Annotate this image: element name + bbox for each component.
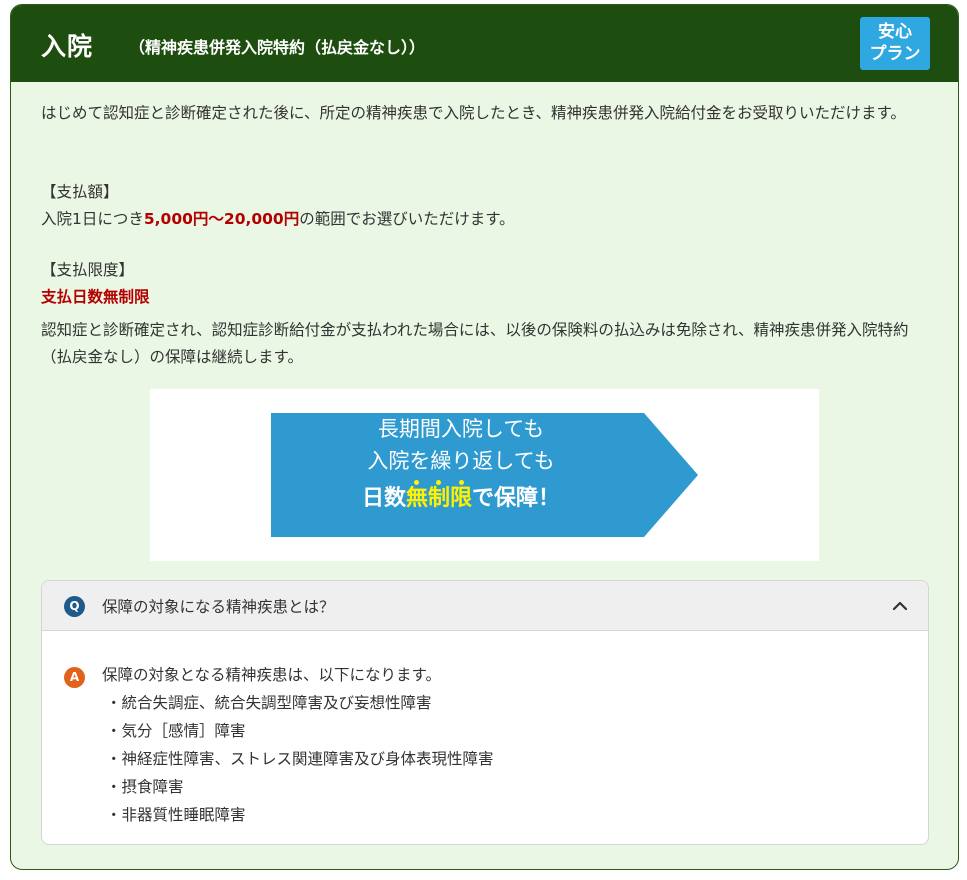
banner-strong-pre: 日数 bbox=[361, 486, 406, 511]
limit-heading: 【支払限度】 bbox=[41, 261, 135, 279]
banner-strong-c2: 制 bbox=[428, 480, 450, 511]
continuation-text: 認知症と診断確定され、認知症診断給付金が支払われた場合には、以後の保険料の払込み… bbox=[41, 321, 909, 366]
payment-heading: 【支払額】 bbox=[41, 183, 119, 201]
payment-prefix: 入院1日につき bbox=[41, 210, 144, 228]
payment-amount: 5,000円～20,000円 bbox=[143, 210, 300, 228]
card-header: 入院 （精神疾患併発入院特約（払戻金なし）） 安心 プラン bbox=[11, 5, 958, 82]
plan-badge-line1: 安心 bbox=[878, 22, 912, 42]
banner-line1: 長期間入院しても bbox=[377, 417, 545, 441]
faq-accordion: Q 保障の対象になる精神疾患とは？ A 保障の対象となる精神疾患は、以下になりま… bbox=[41, 580, 929, 845]
answer-icon: A bbox=[64, 667, 85, 688]
list-item: ・摂食障害 bbox=[106, 778, 184, 796]
unlimited-days-banner: 長期間入院しても 入院を繰り返しても 日数無制限で保障！ bbox=[150, 389, 819, 561]
faq-answer: 保障の対象となる精神疾患は、以下になります。 ・統合失調症、統合失調型障害及び妄… bbox=[102, 661, 494, 829]
banner-line2: 入院を繰り返しても bbox=[367, 449, 555, 473]
card-subtitle: （精神疾患併発入院特約（払戻金なし）） bbox=[129, 38, 426, 57]
list-item: ・統合失調症、統合失調型障害及び妄想性障害 bbox=[106, 694, 432, 712]
payment-detail: 入院1日につき5,000円～20,000円の範囲でお選びいただけます。 bbox=[41, 206, 931, 233]
question-icon: Q bbox=[64, 596, 85, 617]
banner-strong-c1: 無 bbox=[406, 480, 428, 511]
faq-answer-lead: 保障の対象となる精神疾患は、以下になります。 bbox=[102, 666, 441, 684]
banner-text: 長期間入院しても 入院を繰り返しても 日数無制限で保障！ bbox=[271, 413, 651, 519]
plan-badge: 安心 プラン bbox=[860, 17, 930, 70]
list-item: ・非器質性睡眠障害 bbox=[106, 806, 246, 824]
list-item: ・気分［感情］障害 bbox=[106, 722, 246, 740]
banner-strong-post: で保障！ bbox=[472, 486, 561, 511]
chevron-up-icon[interactable] bbox=[890, 596, 910, 616]
banner-strong-c3: 限 bbox=[450, 480, 472, 511]
limit-value: 支払日数無制限 bbox=[41, 288, 150, 306]
list-item: ・神経症性障害、ストレス関連障害及び身体表現性障害 bbox=[106, 750, 494, 768]
card-title: 入院 bbox=[41, 32, 94, 61]
banner-headline: 日数無制限で保障！ bbox=[271, 479, 651, 519]
limit-section: 【支払限度】 支払日数無制限 bbox=[41, 257, 931, 311]
faq-question-header[interactable]: Q 保障の対象になる精神疾患とは？ bbox=[42, 581, 928, 631]
hospitalization-card: 入院 （精神疾患併発入院特約（払戻金なし）） 安心 プラン はじめて認知症と診断… bbox=[10, 4, 959, 870]
disorder-list: ・統合失調症、統合失調型障害及び妄想性障害 ・気分［感情］障害 ・神経症性障害、… bbox=[102, 689, 494, 829]
intro-text: はじめて認知症と診断確定された後に、所定の精神疾患で入院したとき、精神疾患併発入… bbox=[41, 104, 906, 122]
payment-section: 【支払額】 入院1日につき5,000円～20,000円の範囲でお選びいただけます… bbox=[41, 179, 931, 233]
plan-badge-line2: プラン bbox=[869, 44, 921, 64]
payment-suffix: の範囲でお選びいただけます。 bbox=[299, 210, 515, 228]
faq-question-text: 保障の対象になる精神疾患とは？ bbox=[102, 598, 335, 616]
